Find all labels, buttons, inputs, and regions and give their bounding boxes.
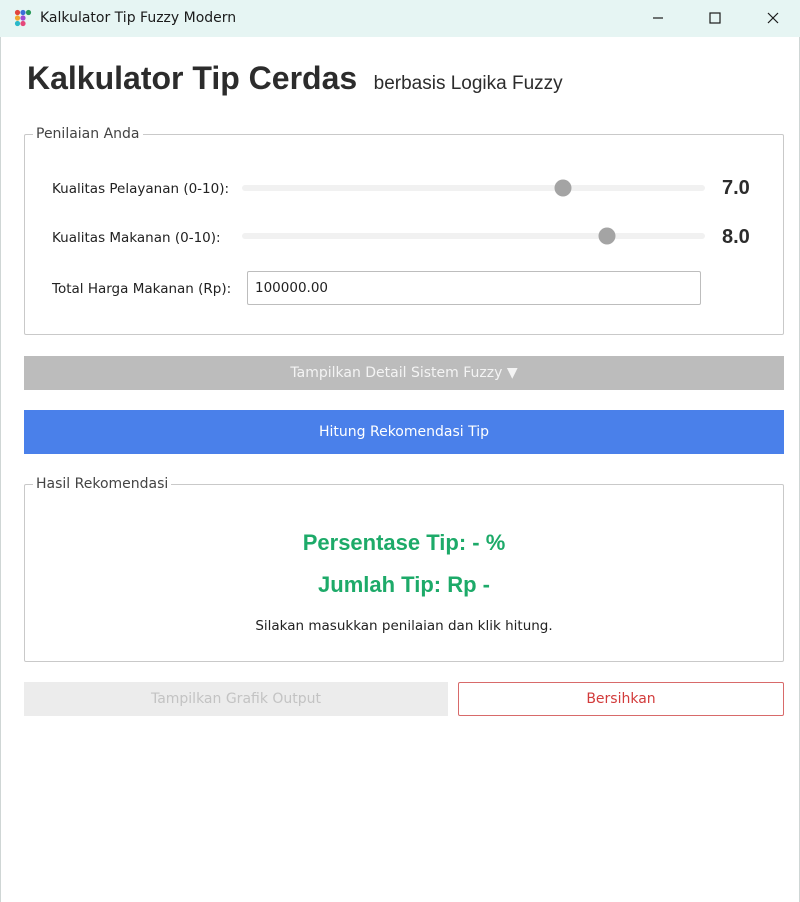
page-title: Kalkulator Tip Cerdas xyxy=(27,60,358,96)
tip-percentage: Persentase Tip: - % xyxy=(302,530,506,555)
service-slider-handle[interactable] xyxy=(554,179,571,197)
close-button[interactable] xyxy=(744,0,800,36)
service-slider[interactable] xyxy=(242,179,705,197)
minimize-icon xyxy=(653,17,663,19)
food-label: Kualitas Makanan (0-10): xyxy=(52,230,221,246)
result-group-legend: Hasil Rekomendasi xyxy=(36,476,169,492)
page-heading: Kalkulator Tip Cerdas berbasis Logika Fu… xyxy=(27,60,563,97)
maximize-button[interactable] xyxy=(686,0,744,36)
show-chart-button[interactable]: Tampilkan Grafik Output xyxy=(24,682,448,716)
tip-amount: Jumlah Tip: Rp - xyxy=(318,572,490,597)
maximize-icon xyxy=(709,12,721,24)
food-value: 8.0 xyxy=(722,226,750,248)
price-label: Total Harga Makanan (Rp): xyxy=(52,281,232,297)
calculate-button[interactable]: Hitung Rekomendasi Tip xyxy=(24,410,784,454)
minimize-button[interactable] xyxy=(629,0,687,36)
result-message: Silakan masukkan penilaian dan klik hitu… xyxy=(255,618,553,634)
clear-button[interactable]: Bersihkan xyxy=(458,682,784,716)
food-slider[interactable] xyxy=(242,227,705,245)
window-title: Kalkulator Tip Fuzzy Modern xyxy=(40,10,237,26)
service-value: 7.0 xyxy=(722,177,750,199)
title-bar: Kalkulator Tip Fuzzy Modern xyxy=(0,0,800,37)
page-subtitle: berbasis Logika Fuzzy xyxy=(373,73,563,94)
close-icon xyxy=(767,12,779,24)
app-dots-icon xyxy=(14,9,32,27)
price-input[interactable] xyxy=(247,271,701,305)
service-label: Kualitas Pelayanan (0-10): xyxy=(52,181,230,197)
input-group-legend: Penilaian Anda xyxy=(36,126,140,142)
result-group: Hasil Rekomendasi Persentase Tip: - % Ju… xyxy=(24,476,784,662)
food-slider-handle[interactable] xyxy=(598,227,616,245)
toggle-detail-button[interactable]: Tampilkan Detail Sistem Fuzzy ▼ xyxy=(24,356,784,390)
